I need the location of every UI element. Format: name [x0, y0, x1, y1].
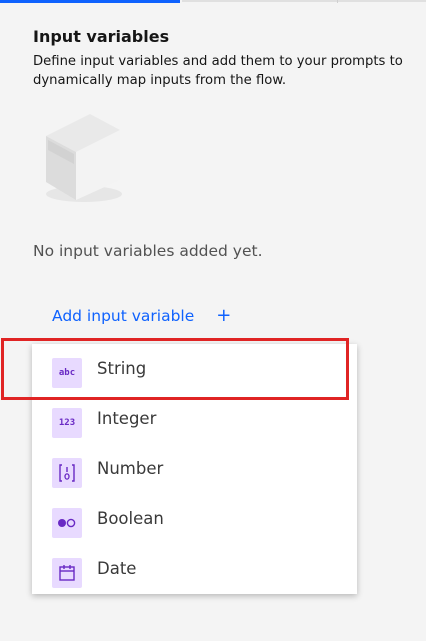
menu-item-label: Number [97, 459, 164, 478]
string-icon: abc [52, 358, 82, 388]
menu-item-label: Date [97, 559, 137, 578]
calendar-icon-glyph [59, 565, 75, 581]
menu-item-label: String [97, 359, 147, 378]
number-icon-glyph [59, 464, 75, 482]
boolean-icon-glyph [58, 518, 76, 528]
plus-icon: + [216, 305, 232, 326]
tab-bar [0, 0, 426, 4]
boolean-icon [52, 508, 82, 538]
add-input-variable-button[interactable]: Add input variable + [52, 304, 231, 328]
number-icon [52, 458, 82, 488]
menu-item-boolean[interactable]: Boolean [32, 494, 357, 544]
tab-inactive-track[interactable] [182, 0, 426, 2]
panel-title: Input variables [33, 27, 170, 46]
panel-description: Define input variables and add them to y… [33, 54, 403, 88]
empty-state-text: No input variables added yet. [33, 242, 263, 260]
integer-icon-text: 123 [58, 418, 76, 428]
string-icon-text: abc [58, 368, 76, 378]
menu-item-date[interactable]: Date [32, 544, 357, 594]
tab-active-indicator[interactable] [0, 0, 180, 3]
integer-icon: 123 [52, 408, 82, 438]
menu-item-string[interactable]: abc String [32, 344, 357, 394]
calendar-icon [52, 558, 82, 588]
variable-type-dropdown: abc String 123 Integer Number Boolean Da… [32, 344, 357, 594]
menu-item-integer[interactable]: 123 Integer [32, 394, 357, 444]
menu-item-label: Boolean [97, 509, 164, 528]
menu-item-label: Integer [97, 409, 157, 428]
menu-item-number[interactable]: Number [32, 444, 357, 494]
tab-divider [337, 0, 338, 3]
add-input-variable-label: Add input variable [52, 307, 195, 325]
box-icon [46, 114, 122, 202]
